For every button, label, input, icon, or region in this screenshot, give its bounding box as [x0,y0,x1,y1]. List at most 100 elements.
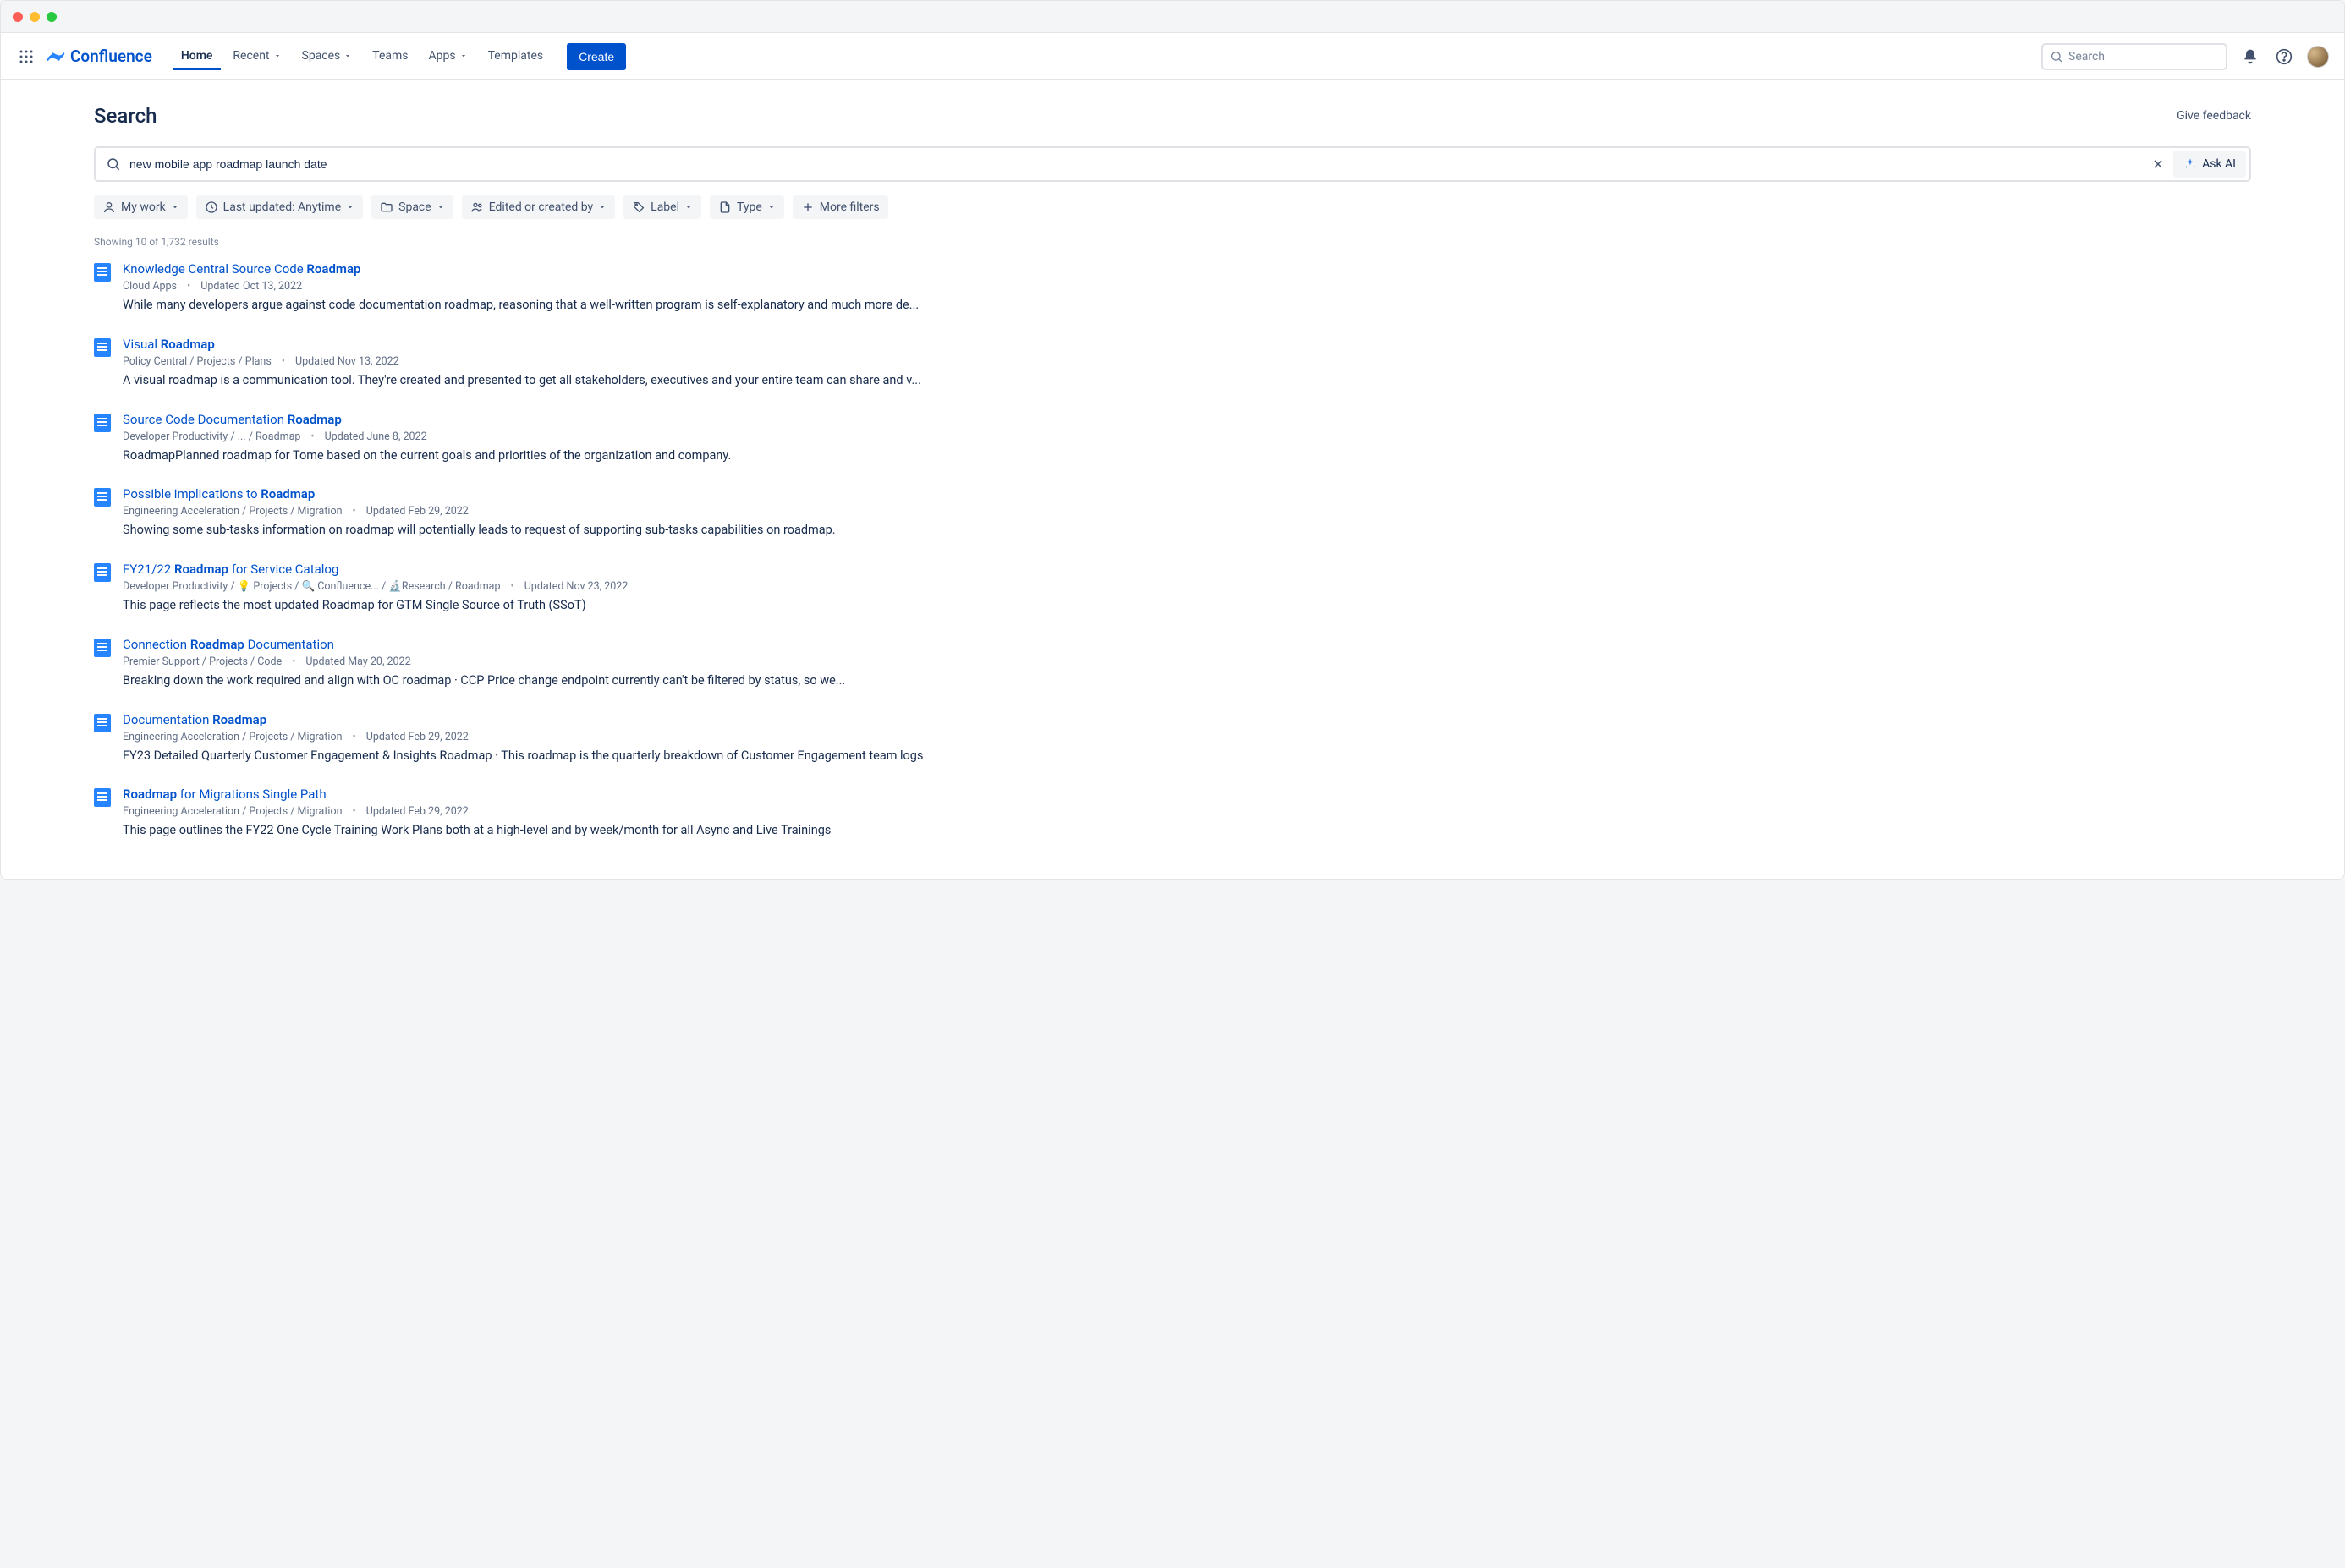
result-meta: Developer Productivity / 💡 Projects / 🔍 … [123,580,2251,593]
confluence-logo[interactable]: Confluence [43,47,156,66]
chevron-down-icon [767,203,776,211]
result-meta: Premier Support / Projects / CodeUpdated… [123,655,2251,668]
result-snippet: Showing some sub-tasks information on ro… [123,521,2251,540]
clock-icon [205,200,218,214]
result-snippet: This page reflects the most updated Road… [123,596,2251,615]
chevron-down-icon [684,203,693,211]
app-switcher-icon[interactable] [16,47,36,67]
chevron-down-icon [598,203,607,211]
chevron-down-icon [171,203,179,211]
ask-ai-button[interactable]: Ask AI [2173,151,2246,178]
nav-label: Apps [429,49,456,63]
page-icon [94,788,111,807]
clear-search-button[interactable] [2146,152,2170,176]
filter-more-filters[interactable]: More filters [793,195,888,219]
search-bar: Ask AI [94,146,2251,182]
search-result: Possible implications to Roadmap Engineer… [94,486,2251,540]
nav-item-teams[interactable]: Teams [364,42,416,70]
search-result: Documentation Roadmap Engineering Acceler… [94,712,2251,765]
nav-label: Templates [488,49,544,63]
result-title-link[interactable]: Possible implications to Roadmap [123,486,2251,502]
page-icon [94,639,111,657]
search-result: FY21/22 Roadmap for Service Catalog Devel… [94,562,2251,615]
page-icon [94,338,111,357]
nav-item-recent[interactable]: Recent [224,42,289,70]
filter-label: Last updated: Anytime [223,200,341,214]
filter-my-work[interactable]: My work [94,195,188,219]
result-title-link[interactable]: Connection Roadmap Documentation [123,637,2251,652]
result-meta: Engineering Acceleration / Projects / Mi… [123,805,2251,818]
result-title-link[interactable]: Roadmap for Migrations Single Path [123,787,2251,802]
give-feedback-link[interactable]: Give feedback [2177,109,2251,123]
page-icon [94,488,111,507]
help-icon[interactable] [2273,46,2295,68]
search-result: Knowledge Central Source Code Roadmap Clo… [94,261,2251,315]
filter-label[interactable]: Label [623,195,701,219]
filter-bar: My work Last updated: Anytime Space Edited … [94,195,2251,219]
brand-name: Confluence [70,47,152,66]
result-snippet: This page outlines the FY22 One Cycle Tr… [123,821,2251,840]
result-snippet: While many developers argue against code… [123,296,2251,315]
people-icon [470,200,484,214]
page-title: Search [94,104,157,128]
result-meta: Policy Central / Projects / PlansUpdated… [123,355,2251,368]
result-meta: Cloud AppsUpdated Oct 13, 2022 [123,280,2251,293]
nav-item-spaces[interactable]: Spaces [294,42,361,70]
search-result: Visual Roadmap Policy Central / Projects … [94,337,2251,390]
person-icon [102,200,116,214]
result-meta: Engineering Acceleration / Projects / Mi… [123,731,2251,743]
notifications-icon[interactable] [2239,46,2261,68]
result-snippet: Breaking down the work required and alig… [123,672,2251,690]
minimize-window-button[interactable] [30,12,40,22]
result-title-link[interactable]: Knowledge Central Source Code Roadmap [123,261,2251,277]
filter-last-updated-anytime[interactable]: Last updated: Anytime [196,195,363,219]
filter-label: My work [121,200,166,214]
result-snippet: FY23 Detailed Quarterly Customer Engagem… [123,747,2251,765]
filter-label: More filters [820,200,880,214]
nav-label: Home [181,49,213,63]
result-title-link[interactable]: Source Code Documentation Roadmap [123,412,2251,427]
page-icon [94,414,111,432]
global-search[interactable]: Search [2041,43,2227,70]
search-result: Roadmap for Migrations Single Path Engine… [94,787,2251,840]
nav-label: Spaces [302,49,341,63]
maximize-window-button[interactable] [47,12,57,22]
global-search-placeholder: Search [2068,50,2105,63]
results-list: Knowledge Central Source Code Roadmap Clo… [94,261,2251,840]
result-title-link[interactable]: Documentation Roadmap [123,712,2251,727]
ask-ai-label: Ask AI [2202,157,2236,171]
filter-label: Space [398,200,431,214]
window-titlebar [1,1,2344,33]
result-meta: Engineering Acceleration / Projects / Mi… [123,505,2251,518]
search-result: Connection Roadmap Documentation Premier … [94,637,2251,690]
nav-label: Recent [233,49,269,63]
nav-item-apps[interactable]: Apps [420,42,476,70]
page-icon [94,714,111,732]
plus-icon [801,200,815,214]
top-nav: Confluence Home Recent Spaces Teams Apps Temp… [1,33,2344,80]
nav-label: Teams [372,49,408,63]
chevron-down-icon [346,203,354,211]
filter-label: Type [737,200,762,214]
ai-sparkle-icon [2183,157,2197,171]
file-icon [718,200,732,214]
close-window-button[interactable] [13,12,23,22]
user-avatar[interactable] [2307,46,2329,68]
tag-icon [632,200,645,214]
search-input[interactable] [128,156,2146,172]
nav-item-home[interactable]: Home [173,42,222,70]
filter-edited-or-created-by[interactable]: Edited or created by [462,195,615,219]
filter-type[interactable]: Type [710,195,784,219]
main-content: Search Give feedback Ask AI My work Last … [1,80,2344,879]
nav-item-templates[interactable]: Templates [480,42,552,70]
search-icon [106,156,121,172]
result-title-link[interactable]: FY21/22 Roadmap for Service Catalog [123,562,2251,577]
create-button[interactable]: Create [567,43,626,70]
result-snippet: A visual roadmap is a communication tool… [123,371,2251,390]
chevron-down-icon [437,203,445,211]
results-count: Showing 10 of 1,732 results [94,236,2251,248]
result-title-link[interactable]: Visual Roadmap [123,337,2251,352]
result-meta: Developer Productivity / ... / RoadmapUp… [123,430,2251,443]
filter-space[interactable]: Space [371,195,453,219]
filter-label: Edited or created by [489,200,593,214]
